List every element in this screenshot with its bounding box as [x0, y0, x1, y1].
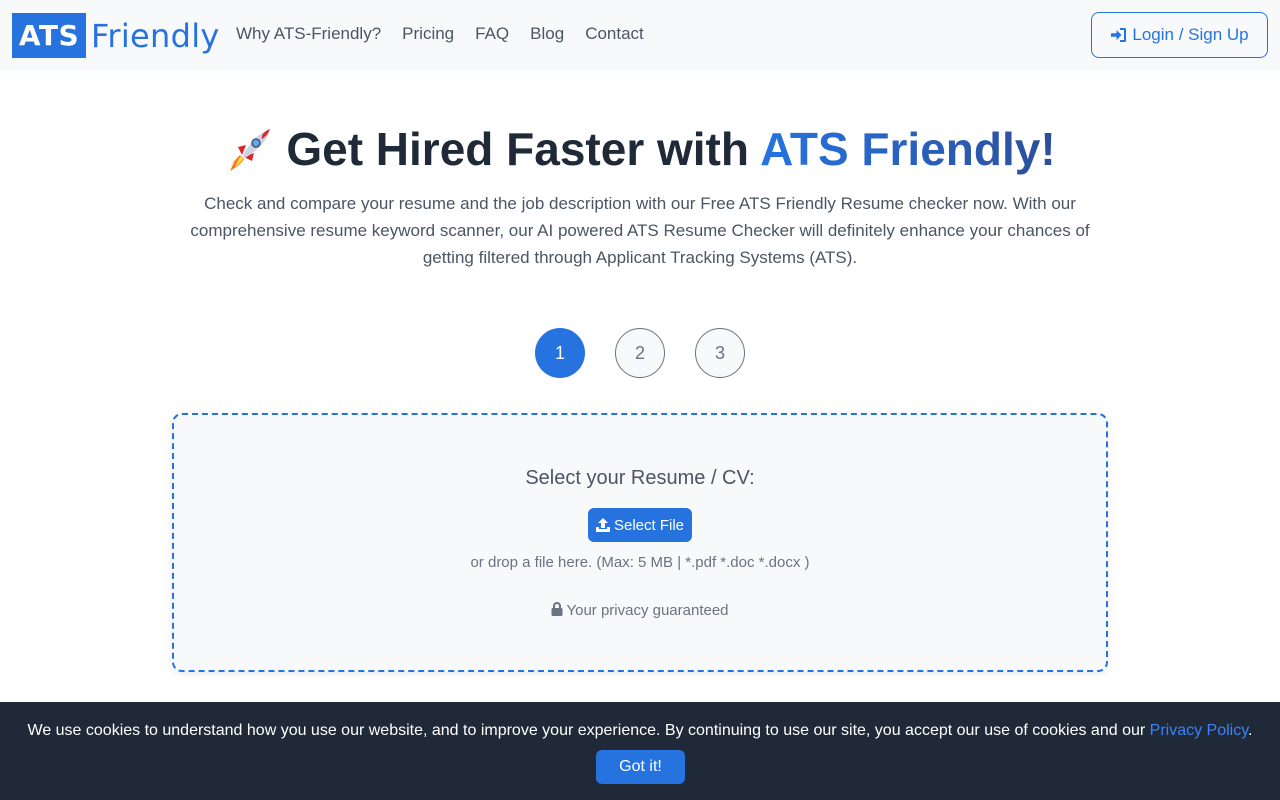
sign-in-icon — [1111, 28, 1127, 42]
cookie-text: We use cookies to understand how you use… — [0, 722, 1280, 740]
privacy-text: Your privacy guaranteed — [566, 602, 729, 619]
main-nav: Why ATS-Friendly? Pricing FAQ Blog Conta… — [236, 24, 665, 44]
cookie-message: We use cookies to understand how you use… — [27, 722, 1150, 739]
nav-pricing[interactable]: Pricing — [402, 24, 454, 44]
step-2[interactable]: 2 — [615, 328, 665, 378]
privacy-note: Your privacy guaranteed — [174, 602, 1106, 619]
cookie-end: . — [1248, 722, 1253, 739]
hero-title-accent: ATS Friendly! — [760, 123, 1056, 175]
nav-faq[interactable]: FAQ — [475, 24, 509, 44]
upload-icon — [595, 518, 610, 532]
lock-icon — [551, 602, 563, 616]
hero-description: Check and compare your resume and the jo… — [190, 194, 1090, 267]
got-it-button[interactable]: Got it! — [596, 750, 685, 784]
dropzone-hint: or drop a file here. (Max: 5 MB | *.pdf … — [470, 554, 810, 571]
dropzone-title: Select your Resume / CV: — [525, 467, 755, 489]
nav-blog[interactable]: Blog — [530, 24, 564, 44]
step-1[interactable]: 1 — [535, 328, 585, 378]
nav-contact[interactable]: Contact — [585, 24, 644, 44]
nav-why-ats-friendly[interactable]: Why ATS-Friendly? — [236, 24, 381, 44]
privacy-policy-link[interactable]: Privacy Policy — [1150, 722, 1248, 739]
header: ATS Friendly Why ATS-Friendly? Pricing F… — [0, 0, 1280, 70]
hero-title: Get Hired Faster with ATS Friendly! — [0, 122, 1280, 177]
cookie-banner: We use cookies to understand how you use… — [0, 702, 1280, 800]
select-file-button[interactable]: Select File — [588, 508, 692, 542]
select-file-label: Select File — [613, 516, 685, 534]
logo[interactable]: ATS Friendly — [12, 13, 220, 58]
login-signup-label: Login / Sign Up — [1132, 25, 1249, 44]
logo-box: ATS — [12, 13, 86, 58]
step-3[interactable]: 3 — [695, 328, 745, 378]
resume-dropzone[interactable]: Select your Resume / CV: Select File or … — [172, 413, 1108, 672]
step-indicator: 1 2 3 — [535, 328, 775, 378]
logo-text: Friendly — [91, 16, 220, 55]
hero-title-main: Get Hired Faster with — [286, 123, 761, 175]
rocket-icon — [230, 128, 271, 171]
login-signup-button[interactable]: Login / Sign Up — [1091, 12, 1268, 58]
